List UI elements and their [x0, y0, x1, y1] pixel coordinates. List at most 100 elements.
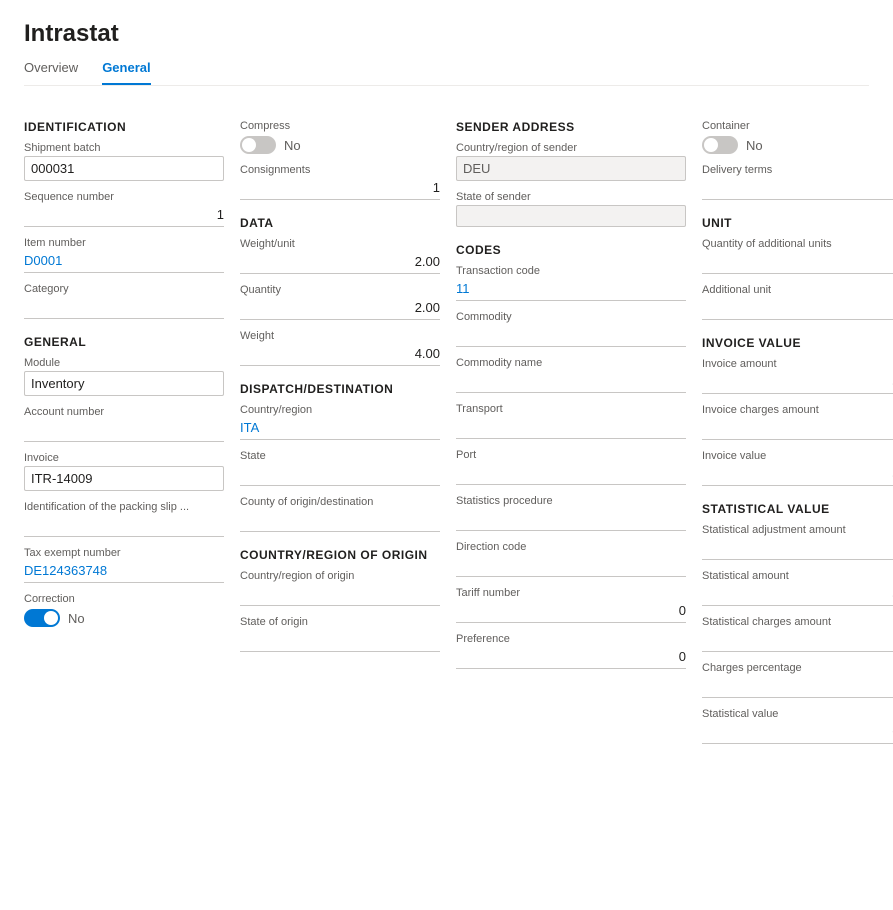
charges-pct-value[interactable]: 20.00: [702, 676, 893, 698]
field-stat-amount: Statistical amount 536.18: [702, 570, 893, 606]
field-transport: Transport: [456, 403, 686, 439]
field-sequence-number: Sequence number 1: [24, 191, 224, 227]
field-transaction-code: Transaction code 11: [456, 265, 686, 301]
field-charges-pct: Charges percentage 20.00: [702, 662, 893, 698]
item-number-value[interactable]: D0001: [24, 251, 224, 273]
field-stat-value: Statistical value 643.42: [702, 708, 893, 744]
county-value[interactable]: [240, 510, 440, 532]
field-quantity-additional: Quantity of additional units 0.00: [702, 238, 893, 274]
tab-bar: Overview General: [24, 60, 869, 86]
tab-general[interactable]: General: [102, 60, 150, 85]
weight-value[interactable]: 4.00: [240, 344, 440, 366]
field-invoice-amount: Invoice amount 536.18: [702, 358, 893, 394]
weight-unit-value[interactable]: 2.00: [240, 252, 440, 274]
field-direction-code: Direction code: [456, 541, 686, 577]
col-2: Compress No Consignments 1 DATA Weight/u…: [240, 104, 440, 662]
section-codes: CODES: [456, 243, 686, 257]
field-consignments: Consignments 1: [240, 164, 440, 200]
dispatch-state-value[interactable]: [240, 464, 440, 486]
field-shipment-batch: Shipment batch 000031: [24, 142, 224, 181]
field-item-number: Item number D0001: [24, 237, 224, 273]
tariff-number-value[interactable]: 0: [456, 601, 686, 623]
field-packing-slip: Identification of the packing slip ...: [24, 501, 224, 537]
packing-slip-value[interactable]: [24, 515, 224, 537]
field-commodity-name: Commodity name: [456, 357, 686, 393]
preference-value[interactable]: 0: [456, 647, 686, 669]
invoice-value[interactable]: ITR-14009: [24, 466, 224, 491]
field-origin-country: Country/region of origin: [240, 570, 440, 606]
field-tax-exempt: Tax exempt number DE124363748: [24, 547, 224, 583]
statistics-procedure-value[interactable]: [456, 509, 686, 531]
container-row: Container No: [702, 120, 893, 154]
container-toggle[interactable]: [702, 136, 738, 154]
field-delivery-terms: Delivery terms: [702, 164, 893, 200]
field-weight: Weight 4.00: [240, 330, 440, 366]
origin-country-value[interactable]: [240, 584, 440, 606]
field-invoice-value: Invoice value 536.18: [702, 450, 893, 486]
tab-overview[interactable]: Overview: [24, 60, 78, 85]
stat-amount-value[interactable]: 536.18: [702, 584, 893, 606]
field-tariff-number: Tariff number 0: [456, 587, 686, 623]
section-sender-address: SENDER ADDRESS: [456, 120, 686, 134]
compress-toggle-label: No: [284, 138, 301, 153]
sender-country-value: DEU: [456, 156, 686, 181]
page-title: Intrastat: [24, 20, 869, 48]
field-category: Category: [24, 283, 224, 319]
tax-exempt-value[interactable]: DE124363748: [24, 561, 224, 583]
field-preference: Preference 0: [456, 633, 686, 669]
quantity-additional-value[interactable]: 0.00: [702, 252, 893, 274]
field-port: Port: [456, 449, 686, 485]
state-of-origin-value[interactable]: [240, 630, 440, 652]
invoice-amount-value[interactable]: 536.18: [702, 372, 893, 394]
additional-unit-value[interactable]: [702, 298, 893, 320]
field-state-sender: State of sender: [456, 191, 686, 227]
stat-adjust-value[interactable]: 0.00: [702, 538, 893, 560]
field-stat-adjust: Statistical adjustment amount 0.00: [702, 524, 893, 560]
stat-value-value[interactable]: 643.42: [702, 722, 893, 744]
field-quantity: Quantity 2.00: [240, 284, 440, 320]
field-county: County of origin/destination: [240, 496, 440, 532]
section-data: DATA: [240, 216, 440, 230]
field-module: Module Inventory: [24, 357, 224, 396]
field-dispatch-state: State: [240, 450, 440, 486]
section-unit: UNIT: [702, 216, 893, 230]
correction-toggle-row: Correction No: [24, 593, 224, 627]
port-value[interactable]: [456, 463, 686, 485]
commodity-value[interactable]: [456, 325, 686, 347]
section-identification: IDENTIFICATION: [24, 120, 224, 134]
section-country-origin: COUNTRY/REGION OF ORIGIN: [240, 548, 440, 562]
transaction-code-value[interactable]: 11: [456, 279, 686, 301]
page-container: Intrastat Overview General IDENTIFICATIO…: [0, 0, 893, 910]
category-value[interactable]: [24, 297, 224, 319]
field-additional-unit: Additional unit: [702, 284, 893, 320]
field-state-of-origin: State of origin: [240, 616, 440, 652]
field-invoice-charges: Invoice charges amount 0.00: [702, 404, 893, 440]
compress-toggle[interactable]: [240, 136, 276, 154]
consignments-value[interactable]: 1: [240, 178, 440, 200]
commodity-name-value[interactable]: [456, 371, 686, 393]
field-weight-unit: Weight/unit 2.00: [240, 238, 440, 274]
direction-code-value[interactable]: [456, 555, 686, 577]
account-number-value[interactable]: [24, 420, 224, 442]
delivery-terms-value[interactable]: [702, 178, 893, 200]
invoice-charges-value[interactable]: 0.00: [702, 418, 893, 440]
quantity-value[interactable]: 2.00: [240, 298, 440, 320]
sequence-number-value[interactable]: 1: [24, 205, 224, 227]
col-3: SENDER ADDRESS Country/region of sender …: [456, 104, 686, 679]
field-sender-country: Country/region of sender DEU: [456, 142, 686, 181]
field-stat-charges: Statistical charges amount 107.24: [702, 616, 893, 652]
state-sender-value: [456, 205, 686, 227]
invoice-value-value[interactable]: 536.18: [702, 464, 893, 486]
module-value[interactable]: Inventory: [24, 371, 224, 396]
section-invoice-value: INVOICE VALUE: [702, 336, 893, 350]
stat-charges-value[interactable]: 107.24: [702, 630, 893, 652]
col-1: IDENTIFICATION Shipment batch 000031 Seq…: [24, 104, 224, 637]
dispatch-country-value[interactable]: ITA: [240, 418, 440, 440]
field-dispatch-country: Country/region ITA: [240, 404, 440, 440]
correction-toggle[interactable]: [24, 609, 60, 627]
compress-row: Compress No: [240, 120, 440, 154]
correction-toggle-label: No: [68, 611, 85, 626]
container-toggle-label: No: [746, 138, 763, 153]
transport-value[interactable]: [456, 417, 686, 439]
shipment-batch-value[interactable]: 000031: [24, 156, 224, 181]
